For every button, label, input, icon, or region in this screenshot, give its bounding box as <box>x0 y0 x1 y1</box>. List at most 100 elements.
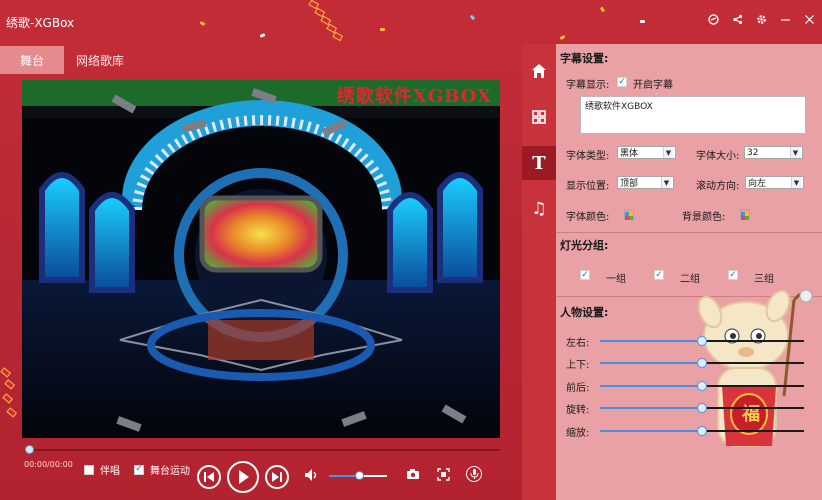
confetti <box>599 6 606 13</box>
stage-motion-label: 舞台运动 <box>150 466 190 477</box>
slider-label-horizontal: 左右: <box>566 338 590 349</box>
play-button[interactable] <box>227 461 259 493</box>
tab-online-library[interactable]: 网络歌库 <box>64 46 136 74</box>
sidebar-item-grid[interactable] <box>522 100 556 134</box>
grid-icon <box>532 110 546 124</box>
lights-section-title: 灯光分组: <box>560 239 609 252</box>
position-label: 显示位置: <box>566 181 610 192</box>
subtitle-enable-label: 开启字幕 <box>633 80 673 91</box>
slider-horizontal-handle[interactable] <box>697 336 707 346</box>
slider-vertical-fill <box>600 362 702 364</box>
home-icon <box>532 64 546 78</box>
settings-panel: 字幕设置: 字幕显示: ✓ 开启字幕 绣歌软件XGBOX 字体类型: 黑体 ▼ … <box>556 44 822 500</box>
camera-icon[interactable] <box>406 468 420 483</box>
next-icon <box>272 472 282 482</box>
subtitle-display-label: 字幕显示: <box>566 80 610 91</box>
record-button[interactable] <box>466 466 482 482</box>
font-type-value: 黑体 <box>620 149 639 159</box>
palette-icon <box>625 212 633 220</box>
close-icon[interactable] <box>802 12 816 26</box>
seek-bar[interactable] <box>28 449 500 451</box>
palette-icon <box>741 212 749 220</box>
tab-bar: 舞台 网络歌库 <box>0 46 136 74</box>
slider-scale-fill <box>600 430 702 432</box>
music-icon: ♫ <box>531 199 547 219</box>
minimize-icon[interactable] <box>778 12 792 26</box>
tab-stage[interactable]: 舞台 <box>0 46 64 74</box>
app-window: 绣歌-XGBox 舞台 网络歌库 绣歌软件XGBOX 00:00/00:00 伴… <box>0 0 822 500</box>
font-size-label: 字体大小: <box>696 151 740 162</box>
stage-scene-image <box>22 80 500 438</box>
sidebar-item-text[interactable]: T <box>522 146 556 180</box>
slider-vertical-handle[interactable] <box>697 358 707 368</box>
confetti <box>259 33 266 38</box>
subtitle-enable-checkbox[interactable]: ✓ <box>617 77 627 87</box>
subtitle-section-title: 字幕设置: <box>560 52 609 65</box>
character-section-title: 人物设置: <box>560 306 609 319</box>
scroll-direction-value: 向左 <box>748 179 767 189</box>
confetti <box>640 20 645 23</box>
seek-handle[interactable] <box>25 445 34 454</box>
position-select[interactable]: 顶部 ▼ <box>617 176 674 189</box>
stage-motion-checkbox[interactable]: ✓ <box>134 464 144 475</box>
scroll-direction-label: 滚动方向: <box>696 181 740 192</box>
accompany-label: 伴唱 <box>100 466 120 477</box>
light-group-1-checkbox[interactable]: ✓ <box>580 270 590 280</box>
mascot-badge: 福 <box>742 404 760 425</box>
font-type-select[interactable]: 黑体 ▼ <box>617 146 676 159</box>
sidebar-item-home[interactable] <box>522 54 556 88</box>
font-size-value: 32 <box>747 147 759 158</box>
confetti <box>199 20 206 27</box>
title-bar-controls <box>706 12 816 26</box>
bg-color-swatch[interactable] <box>740 209 750 220</box>
font-color-label: 字体颜色: <box>566 212 610 223</box>
slider-horizontal-fill <box>600 340 702 342</box>
sidebar-item-music[interactable]: ♫ <box>522 192 556 226</box>
slider-label-depth: 前后: <box>566 383 590 394</box>
subtitle-text-input[interactable]: 绣歌软件XGBOX <box>580 96 806 134</box>
skin-icon[interactable] <box>706 12 720 26</box>
slider-rotation-handle[interactable] <box>697 403 707 413</box>
chevron-down-icon: ▼ <box>791 177 801 188</box>
microphone-icon <box>470 469 478 479</box>
fullscreen-icon[interactable] <box>437 468 450 484</box>
firecracker-decoration <box>0 367 18 418</box>
slider-scale-handle[interactable] <box>697 426 707 436</box>
chevron-down-icon: ▼ <box>663 147 673 158</box>
volume-handle[interactable] <box>355 471 364 480</box>
firecracker-decoration <box>308 0 344 42</box>
chevron-down-icon: ▼ <box>790 147 800 158</box>
bg-color-label: 背景颜色: <box>682 212 726 223</box>
text-icon: T <box>532 152 546 174</box>
font-type-label: 字体类型: <box>566 151 610 162</box>
light-group-2-checkbox[interactable]: ✓ <box>654 270 664 280</box>
accompany-checkbox[interactable] <box>84 464 94 475</box>
position-value: 顶部 <box>620 179 639 189</box>
time-display: 00:00/00:00 <box>24 460 73 469</box>
previous-button[interactable] <box>197 465 221 489</box>
slider-label-scale: 缩放: <box>566 428 590 439</box>
slider-rotation-fill <box>600 407 702 409</box>
scroll-direction-select[interactable]: 向左 ▼ <box>745 176 804 189</box>
share-icon[interactable] <box>730 12 744 26</box>
slider-label-vertical: 上下: <box>566 360 590 371</box>
confetti <box>380 28 385 31</box>
stage-video[interactable]: 绣歌软件XGBOX <box>22 80 500 438</box>
slider-label-rotation: 旋转: <box>566 405 590 416</box>
light-group-1-label: 一组 <box>606 274 626 285</box>
accompany-toggle[interactable]: 伴唱 <box>84 462 120 477</box>
font-size-select[interactable]: 32 ▼ <box>744 146 803 159</box>
confetti <box>469 14 476 21</box>
settings-sidebar: T ♫ <box>522 44 556 500</box>
confetti <box>559 34 566 41</box>
section-divider <box>556 232 822 233</box>
next-button[interactable] <box>265 465 289 489</box>
title-bar: 绣歌-XGBox <box>0 0 822 44</box>
play-icon <box>239 470 249 484</box>
stage-motion-toggle[interactable]: ✓ 舞台运动 <box>134 462 190 477</box>
previous-icon <box>204 472 214 482</box>
volume-icon[interactable] <box>304 468 320 485</box>
font-color-swatch[interactable] <box>624 209 634 220</box>
settings-icon[interactable] <box>754 12 768 26</box>
slider-depth-handle[interactable] <box>697 381 707 391</box>
